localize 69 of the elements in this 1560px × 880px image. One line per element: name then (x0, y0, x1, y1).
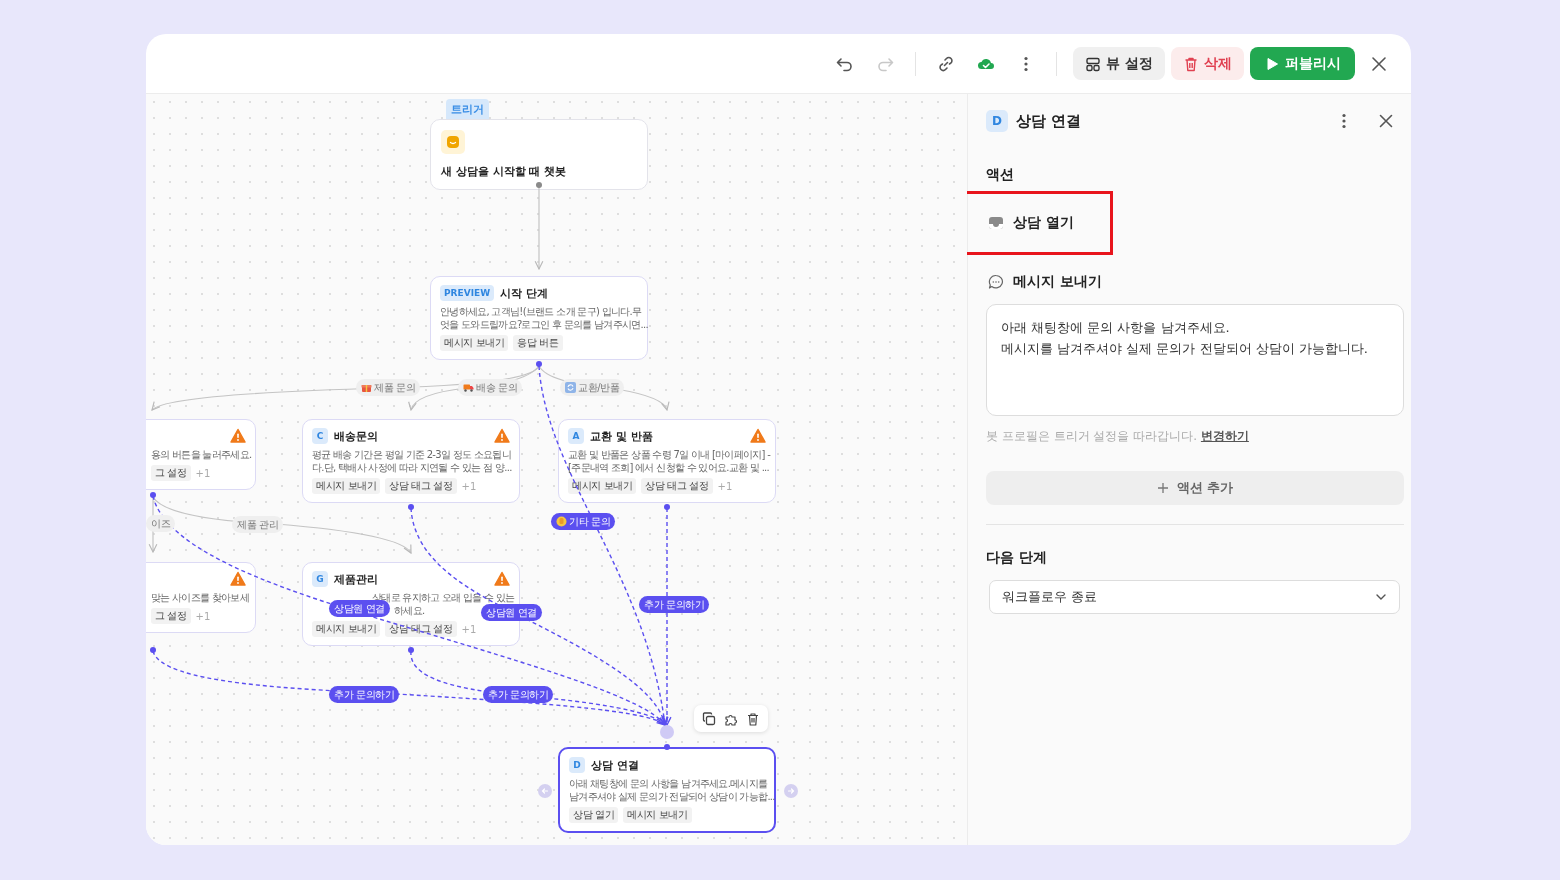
node-title: 교환 및 반품 (590, 428, 653, 444)
step-node[interactable]: 맞는 사이즈를 찾아보세 그 설정 +1 (146, 562, 256, 633)
action-label: 상담 열기 (1013, 214, 1074, 232)
node-description: 용의 버튼을 눌러주세요. (151, 448, 252, 461)
panel-title: 상담 연결 (1016, 111, 1082, 131)
node-description: 아래 채팅창에 문의 사항을 남겨주세요.메시지를 (569, 777, 768, 790)
edge-label[interactable]: 제품 관리 (232, 516, 284, 533)
edge-label[interactable]: 추가 문의하기 (483, 686, 554, 703)
action-chip: 메시지 보내기 (312, 478, 381, 494)
node-title: 상담 연결 (591, 757, 639, 773)
edge-label[interactable]: 상담원 연결 (481, 604, 542, 621)
node-title: 시작 단계 (500, 285, 548, 301)
add-action-button[interactable]: 액션 추가 (986, 471, 1404, 505)
edge-label[interactable]: 기타 문의 (551, 513, 616, 530)
action-item[interactable]: 상담 열기 (964, 194, 1110, 252)
section-heading: 액션 (986, 166, 1015, 184)
step-node[interactable]: 용의 버튼을 눌러주세요. 그 설정 +1 (146, 419, 256, 490)
hint-text: 봇 프로필은 트리거 설정을 따라갑니다. 변경하기 (986, 428, 1250, 445)
delete-button[interactable]: 삭제 (1171, 47, 1244, 80)
edge-label[interactable]: 이즈 (146, 515, 176, 532)
edge-label[interactable]: 제품 문의 (356, 379, 421, 396)
node-description: [주문내역 조회] 에서 신청할 수 있어요.교환 및 ... (568, 461, 770, 474)
step-node[interactable]: C 배송문의 평균 배송 기간은 평일 기준 2-3일 정도 소요됩니 다.단, 택배사 사정에 따라 지연될 수 있는 점 양... 메시지 보내기 상담 태그 설정 +1 (302, 419, 520, 503)
action-chip: 상담 태그 설정 (385, 478, 457, 494)
node-description: 하세요. (394, 604, 425, 617)
action-chip: 메시지 보내기 (623, 807, 692, 823)
node-description: 안녕하세요, 고객님!(브랜드 소개 문구) 입니다.무 (440, 305, 642, 318)
step-badge: G (312, 571, 328, 587)
action-chip: 그 설정 (151, 465, 191, 481)
action-chip: 메시지 보내기 (312, 621, 381, 637)
more-count: +1 (717, 480, 733, 492)
action-chip: 그 설정 (151, 608, 191, 624)
more-count: +1 (195, 610, 211, 622)
action-chip: 상담 열기 (569, 807, 619, 823)
next-step-dropdown[interactable]: 워크플로우 종료 (989, 580, 1400, 614)
node-title: 제품관리 (334, 571, 378, 587)
action-label: 메시지 보내기 (1013, 273, 1102, 291)
node-description: 교환 및 반품은 상품 수령 7일 이내 [마이페이지] - (568, 448, 771, 461)
step-badge: D (986, 110, 1008, 132)
view-button[interactable]: 뷰 설정 (1073, 47, 1165, 80)
change-link[interactable]: 변경하기 (1200, 429, 1249, 443)
edge-label[interactable]: 교환/반품 (560, 379, 625, 396)
trigger-tag: 트리거 (446, 99, 489, 120)
step-node[interactable]: A 교환 및 반품 교환 및 반품은 상품 수령 7일 이내 [마이페이지] - [주문내역 조회] 에서 신청할 수 있어요.교환 및 ... 메시지 보내기 상담 태그 설정 +1 (558, 419, 776, 503)
edge-label[interactable]: 배송 문의 (458, 379, 523, 396)
step-node[interactable]: PREVIEW 시작 단계 안녕하세요, 고객님!(브랜드 소개 문구) 입니다.무 엇을 도와드릴까요?로그인 후 문의를 남겨주시면... 메시지 보내기 응답 버튼 (430, 276, 648, 360)
edge-label[interactable]: 추가 문의하기 (329, 686, 400, 703)
action-chip: 메시지 보내기 (568, 478, 637, 494)
action-chip: 응답 버튼 (513, 335, 563, 351)
section-heading: 다음 단계 (986, 549, 1048, 567)
node-description: 평균 배송 기간은 평일 기준 2-3일 정도 소요됩니 (312, 448, 511, 461)
trigger-node[interactable]: 새 상담을 시작할 때 챗봇 (430, 119, 648, 190)
message-field[interactable]: 아래 채팅창에 문의 사항을 남겨주세요. 메시지를 남겨주셔야 실제 문의가 전달되어 상담이 가능합니다. (986, 304, 1404, 416)
node-description: 다.단, 택배사 사정에 따라 지연될 수 있는 점 양... (312, 461, 512, 474)
node-description: 맞는 사이즈를 찾아보세 (151, 591, 249, 604)
action-chip: 상담 태그 설정 (641, 478, 713, 494)
node-description: 엇을 도와드릴까요?로그인 후 문의를 남겨주시면... (440, 318, 648, 331)
more-count: +1 (461, 480, 477, 492)
step-badge: A (568, 428, 584, 444)
node-title: 배송문의 (334, 428, 378, 444)
more-count: +1 (195, 467, 211, 479)
step-badge: D (569, 757, 585, 773)
step-badge: C (312, 428, 328, 444)
node-title: 새 상담을 시작할 때 챗봇 (441, 164, 568, 179)
action-chip: 메시지 보내기 (440, 335, 509, 351)
more-count: +1 (461, 623, 477, 635)
action-item[interactable]: 메시지 보내기 (986, 264, 1110, 300)
step-badge: PREVIEW (440, 285, 495, 301)
edge-label[interactable]: 추가 문의하기 (639, 596, 710, 613)
